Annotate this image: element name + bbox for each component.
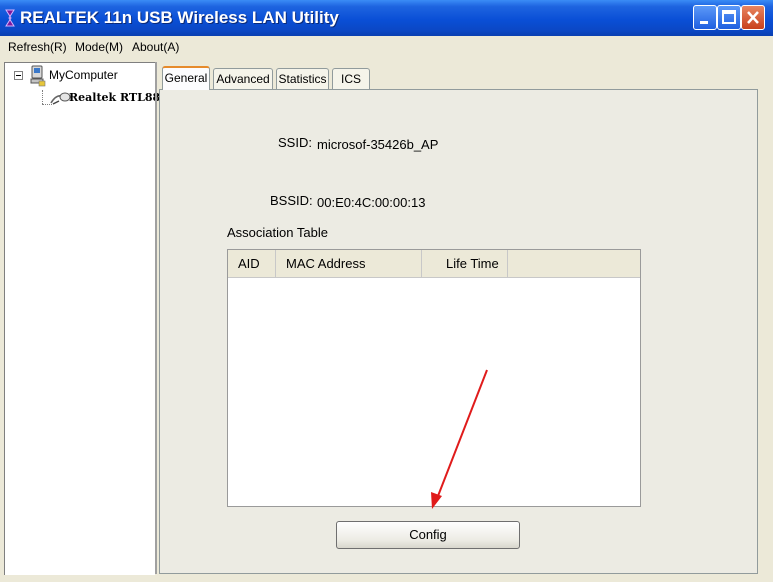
column-header-aid[interactable]: AID (228, 250, 276, 277)
config-button[interactable]: Config (336, 521, 520, 549)
computer-icon (30, 65, 46, 87)
association-table-label: Association Table (227, 225, 328, 240)
maximize-button[interactable] (717, 5, 741, 30)
association-table-header: AID MAC Address Life Time (228, 250, 640, 278)
menu-mode[interactable]: Mode(M) (75, 40, 123, 54)
menu-bar: Refresh(R) Mode(M) About(A) (0, 36, 773, 59)
association-table[interactable]: AID MAC Address Life Time (227, 249, 641, 507)
ssid-value: microsof-35426b_AP (317, 137, 439, 152)
bssid-label: BSSID: (270, 193, 313, 208)
tab-general[interactable]: General (162, 66, 210, 90)
tree-connector (42, 90, 43, 104)
tree-collapse-icon[interactable] (14, 71, 23, 80)
menu-refresh[interactable]: Refresh(R) (8, 40, 67, 54)
realtek-app-icon (5, 9, 15, 27)
close-button[interactable] (741, 5, 765, 30)
minimize-button[interactable] (693, 5, 717, 30)
tab-ics[interactable]: ICS (332, 68, 370, 89)
tab-advanced[interactable]: Advanced (213, 68, 273, 89)
column-header-mac-address[interactable]: MAC Address (276, 250, 422, 277)
ssid-label: SSID: (278, 135, 312, 150)
menu-about[interactable]: About(A) (132, 40, 179, 54)
maximize-icon (722, 10, 736, 24)
minimize-icon (700, 21, 708, 24)
title-bar[interactable]: REALTEK 11n USB Wireless LAN Utility (0, 0, 773, 36)
tree-item-realtek[interactable]: Realtek RTL88 (69, 91, 160, 104)
tab-statistics[interactable]: Statistics (276, 68, 329, 89)
panel-splitter[interactable] (155, 62, 157, 574)
device-tree: MyComputer Realtek RTL88 (4, 62, 160, 575)
utility-window: REALTEK 11n USB Wireless LAN Utility Ref… (0, 0, 773, 582)
wireless-adapter-icon (50, 92, 71, 105)
tree-item-mycomputer[interactable]: MyComputer (49, 68, 118, 82)
column-header-life-time[interactable]: Life Time (422, 250, 508, 277)
close-icon (747, 11, 759, 24)
window-title: REALTEK 11n USB Wireless LAN Utility (20, 8, 339, 27)
bssid-value: 00:E0:4C:00:00:13 (317, 195, 426, 210)
